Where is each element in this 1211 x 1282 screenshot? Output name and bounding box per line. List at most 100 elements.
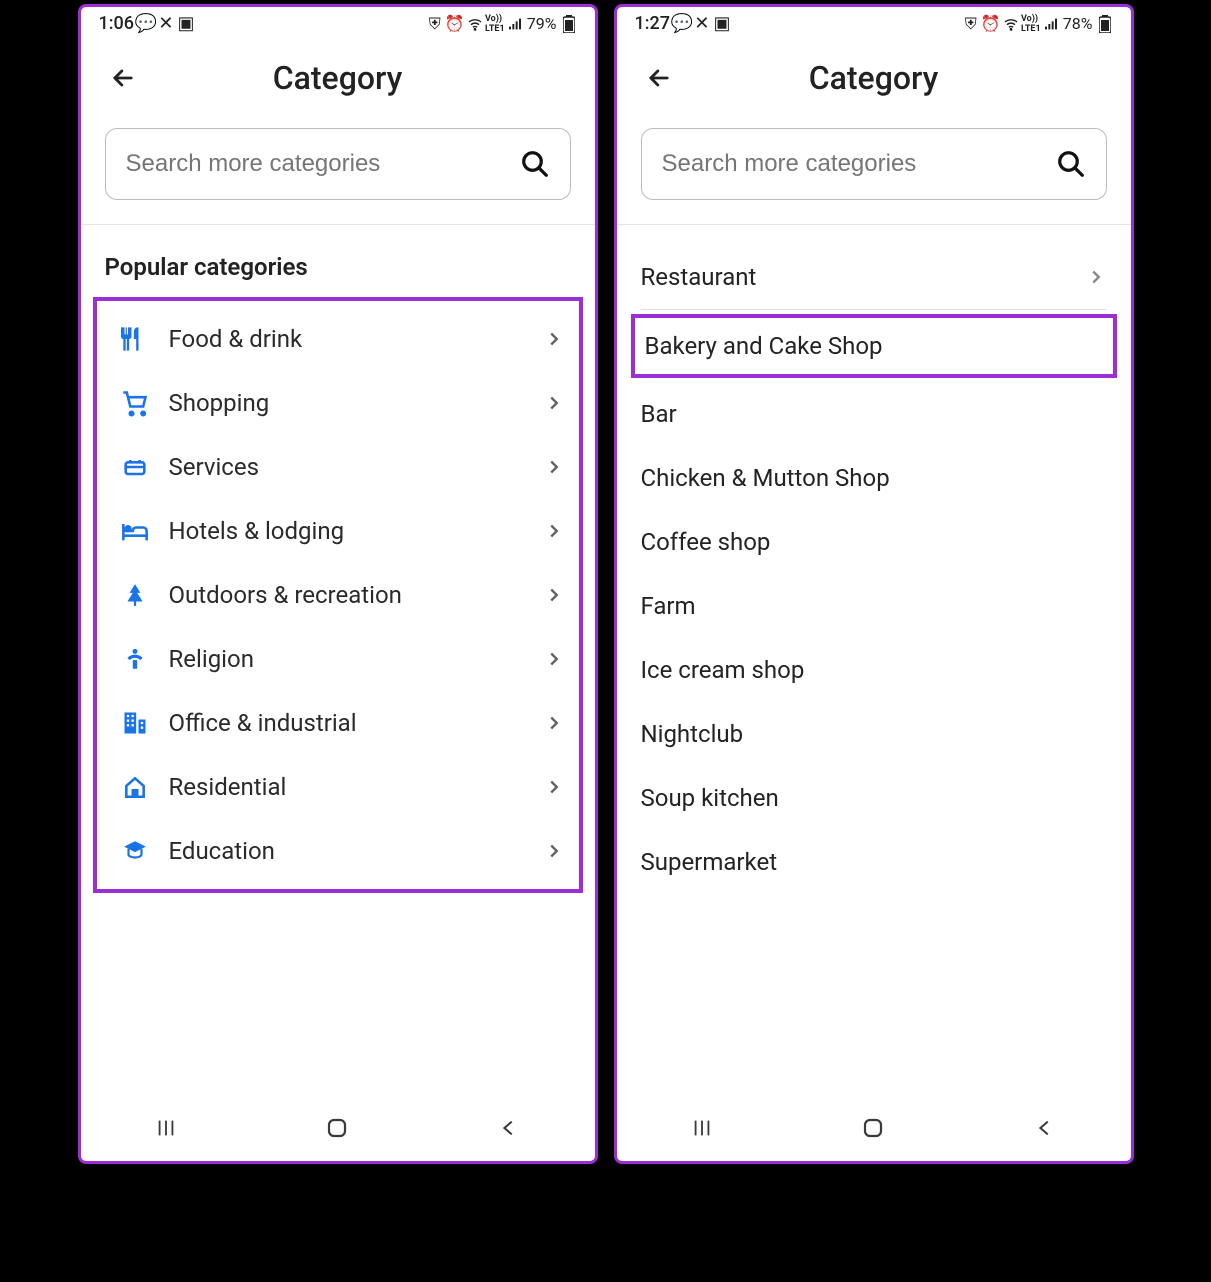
chevron-right-icon (543, 648, 565, 670)
status-battery: 78% (1063, 14, 1093, 33)
wifi-icon (1003, 16, 1019, 32)
subcategory-soup-kitchen[interactable]: Soup kitchen (617, 766, 1131, 830)
nav-recents[interactable] (672, 1108, 732, 1148)
category-label: Religion (159, 645, 543, 673)
chevron-right-icon (543, 712, 565, 734)
subcategory-label: Ice cream shop (641, 656, 1107, 684)
food-icon (111, 325, 159, 353)
religion-icon (111, 646, 159, 672)
divider (617, 224, 1131, 225)
outdoors-icon (111, 581, 159, 609)
subcategory-label: Nightclub (641, 720, 1107, 748)
services-icon (111, 453, 159, 481)
nav-bar (81, 1101, 595, 1161)
residential-icon (111, 774, 159, 800)
nfc-icon: ✕ (158, 16, 174, 32)
subcategory-farm[interactable]: Farm (617, 574, 1131, 638)
signal-icon (507, 16, 523, 32)
shield-icon: ⛨ (963, 16, 979, 32)
hotels-icon (111, 517, 159, 545)
nav-home[interactable] (843, 1108, 903, 1148)
category-label: Residential (159, 773, 543, 801)
subcategory-ice-cream[interactable]: Ice cream shop (617, 638, 1131, 702)
education-icon (111, 838, 159, 864)
volte-icon: Vo))LTE1 (1023, 16, 1039, 32)
signal-icon (1043, 16, 1059, 32)
header: Category (81, 36, 595, 108)
category-list-highlighted: Food & drink Shopping Services Hotels & … (93, 297, 583, 893)
divider (81, 224, 595, 225)
subcategory-bakery-highlighted[interactable]: Bakery and Cake Shop (631, 314, 1117, 378)
subcategory-chicken-mutton[interactable]: Chicken & Mutton Shop (617, 446, 1131, 510)
chevron-right-icon (543, 392, 565, 414)
subcategory-supermarket[interactable]: Supermarket (617, 830, 1131, 894)
divider (641, 309, 1107, 310)
subcategory-label: Coffee shop (641, 528, 1107, 556)
back-button[interactable] (101, 56, 145, 100)
subcategory-bar[interactable]: Bar (617, 382, 1131, 446)
subcategory-list: Restaurant Bakery and Cake Shop Bar Chic… (617, 235, 1131, 904)
nav-recents[interactable] (136, 1108, 196, 1148)
header: Category (617, 36, 1131, 108)
shopping-icon (111, 389, 159, 417)
chevron-right-icon (543, 840, 565, 862)
subcategory-coffee[interactable]: Coffee shop (617, 510, 1131, 574)
alarm-icon: ⏰ (983, 16, 999, 32)
page-title: Category (681, 59, 1067, 97)
office-icon (111, 709, 159, 737)
subcategory-label: Supermarket (641, 848, 1107, 876)
shield-icon: ⛨ (427, 16, 443, 32)
category-label: Hotels & lodging (159, 517, 543, 545)
volte-icon: Vo))LTE1 (487, 16, 503, 32)
battery-icon (1097, 16, 1113, 32)
category-food-drink[interactable]: Food & drink (97, 307, 579, 371)
category-education[interactable]: Education (97, 819, 579, 883)
chevron-right-icon (543, 776, 565, 798)
subcategory-label: Farm (641, 592, 1107, 620)
category-label: Food & drink (159, 325, 543, 353)
category-residential[interactable]: Residential (97, 755, 579, 819)
category-label: Education (159, 837, 543, 865)
search-field[interactable] (105, 128, 571, 200)
back-button[interactable] (637, 56, 681, 100)
status-bar: 1:27 💬 ✕ ▣ ⛨ ⏰ Vo))LTE1 78% (617, 7, 1131, 36)
battery-icon (561, 16, 577, 32)
subcategory-label: Bar (641, 400, 1107, 428)
search-input[interactable] (126, 150, 520, 178)
category-shopping[interactable]: Shopping (97, 371, 579, 435)
nfc-icon: ✕ (694, 16, 710, 32)
chevron-right-icon (543, 328, 565, 350)
status-bar: 1:06 💬 ✕ ▣ ⛨ ⏰ Vo))LTE1 79% (81, 7, 595, 36)
search-icon[interactable] (1056, 149, 1086, 179)
nav-back[interactable] (1015, 1108, 1075, 1148)
status-time: 1:06 (99, 13, 134, 34)
nav-home[interactable] (307, 1108, 367, 1148)
category-office[interactable]: Office & industrial (97, 691, 579, 755)
chat-icon: 💬 (674, 16, 690, 32)
subcategory-label: Chicken & Mutton Shop (641, 464, 1107, 492)
category-religion[interactable]: Religion (97, 627, 579, 691)
page-title: Category (145, 59, 531, 97)
phone-left: 1:06 💬 ✕ ▣ ⛨ ⏰ Vo))LTE1 79% Category (78, 4, 598, 1164)
category-label: Services (159, 453, 543, 481)
category-hotels[interactable]: Hotels & lodging (97, 499, 579, 563)
image-icon: ▣ (178, 16, 194, 32)
nav-bar (617, 1101, 1131, 1161)
chevron-right-icon (543, 584, 565, 606)
subcategory-nightclub[interactable]: Nightclub (617, 702, 1131, 766)
status-battery: 79% (527, 14, 557, 33)
nav-back[interactable] (479, 1108, 539, 1148)
subcategory-restaurant[interactable]: Restaurant (617, 245, 1131, 309)
search-field[interactable] (641, 128, 1107, 200)
chevron-right-icon (543, 520, 565, 542)
category-label: Outdoors & recreation (159, 581, 543, 609)
category-label: Office & industrial (159, 709, 543, 737)
subcategory-label: Restaurant (641, 263, 1085, 291)
category-services[interactable]: Services (97, 435, 579, 499)
search-input[interactable] (662, 150, 1056, 178)
status-time: 1:27 (635, 13, 670, 34)
category-outdoors[interactable]: Outdoors & recreation (97, 563, 579, 627)
alarm-icon: ⏰ (447, 16, 463, 32)
phone-right: 1:27 💬 ✕ ▣ ⛨ ⏰ Vo))LTE1 78% Category (614, 4, 1134, 1164)
search-icon[interactable] (520, 149, 550, 179)
